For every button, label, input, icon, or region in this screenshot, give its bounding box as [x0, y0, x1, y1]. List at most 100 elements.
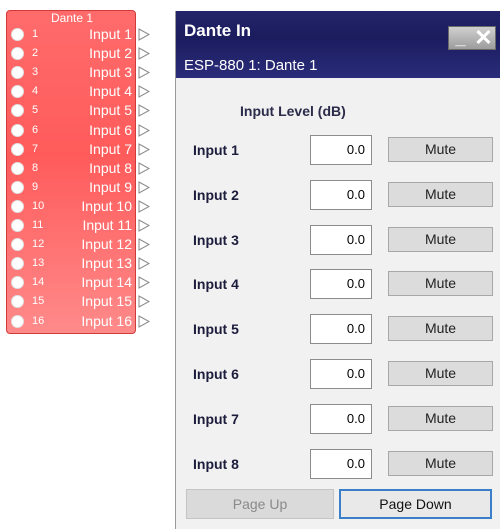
input-level-field[interactable]: 0.0	[310, 404, 372, 434]
input-node-icon[interactable]	[11, 314, 24, 328]
channel-label: Input 10	[81, 197, 132, 214]
input-node-icon[interactable]	[11, 28, 24, 41]
mute-button[interactable]: Mute	[388, 182, 493, 207]
output-arrow-icon[interactable]	[138, 238, 150, 251]
dante-channel-row: 1 Input 1	[7, 25, 152, 44]
input-level-field[interactable]: 0.0	[310, 269, 372, 299]
output-arrow-icon[interactable]	[138, 180, 150, 194]
output-arrow-icon[interactable]	[138, 28, 150, 41]
dante-channel-row: 15 Input 15	[7, 292, 152, 311]
input-node-icon[interactable]	[11, 199, 24, 213]
input-node-icon[interactable]	[11, 238, 24, 252]
output-arrow-icon[interactable]	[138, 200, 150, 213]
input-node-icon[interactable]	[11, 219, 24, 232]
channel-label: Input 1	[89, 26, 132, 42]
input-node-icon[interactable]	[11, 295, 24, 309]
dante-channel-row: 12 Input 12	[7, 235, 152, 254]
input-node-icon[interactable]	[11, 47, 24, 61]
channel-label: Input 15	[81, 293, 132, 310]
input-node-icon[interactable]	[11, 104, 24, 118]
input-name-label: Input 2	[193, 187, 239, 203]
channel-number: 2	[32, 47, 39, 60]
input-node-icon[interactable]	[11, 161, 24, 175]
input-name-label: Input 1	[193, 142, 239, 158]
dante-channel-row: 3 Input 3	[7, 63, 152, 82]
window-titlebar[interactable]: Dante In ESP-880 1: Dante 1 _ ✕	[176, 11, 500, 78]
output-arrow-icon[interactable]	[138, 219, 150, 232]
output-arrow-icon[interactable]	[138, 314, 150, 328]
input-level-field[interactable]: 0.0	[310, 314, 372, 344]
input-level-field[interactable]: 0.0	[310, 359, 372, 389]
input-level-field[interactable]: 0.0	[310, 225, 372, 255]
channel-label: Input 8	[89, 159, 132, 176]
output-arrow-icon[interactable]	[138, 257, 150, 271]
channel-number: 10	[32, 199, 45, 212]
mute-button[interactable]: Mute	[388, 271, 493, 296]
dante-channel-row: 8 Input 8	[7, 159, 152, 178]
input-row: Input 3 0.0 Mute	[176, 225, 500, 255]
channel-label: Input 11	[82, 217, 132, 233]
dante-channel-row: 7 Input 7	[7, 140, 152, 159]
input-row: Input 7 0.0 Mute	[176, 404, 500, 434]
mute-button[interactable]: Mute	[388, 406, 493, 431]
dante-in-window: Dante In ESP-880 1: Dante 1 _ ✕ Input Le…	[175, 11, 500, 529]
dante-channel-row: 13 Input 13	[7, 254, 152, 273]
dante-channel-row: 2 Input 2	[7, 44, 152, 63]
output-arrow-icon[interactable]	[138, 47, 150, 60]
input-name-label: Input 4	[193, 276, 239, 292]
output-arrow-icon[interactable]	[138, 123, 150, 137]
input-row: Input 8 0.0 Mute	[176, 449, 500, 479]
mute-button[interactable]: Mute	[388, 227, 493, 252]
input-name-label: Input 6	[193, 366, 239, 382]
channel-number: 4	[32, 85, 39, 98]
channel-label: Input 6	[89, 121, 132, 138]
window-controls: _ ✕	[448, 26, 496, 50]
input-node-icon[interactable]	[11, 85, 24, 99]
mute-button[interactable]: Mute	[388, 316, 493, 341]
channel-label: Input 7	[89, 140, 132, 157]
input-level-field[interactable]: 0.0	[310, 180, 372, 210]
page-down-button[interactable]: Page Down	[339, 489, 492, 519]
channel-label: Input 12	[81, 236, 132, 253]
dante-block[interactable]: Dante 1 1 Input 1 2 Input 2 3 Input 3 4 Input 4…	[6, 10, 150, 334]
output-arrow-icon[interactable]	[138, 104, 150, 118]
input-level-field[interactable]: 0.0	[310, 135, 372, 165]
channel-number: 5	[32, 104, 39, 117]
window-title: Dante In	[184, 21, 252, 40]
dante-channel-row: 16 Input 16	[7, 312, 152, 331]
input-name-label: Input 7	[193, 411, 239, 427]
channel-number: 11	[32, 219, 44, 231]
input-node-icon[interactable]	[11, 66, 24, 80]
output-arrow-icon[interactable]	[138, 295, 150, 309]
input-node-icon[interactable]	[11, 123, 24, 137]
channel-label: Input 16	[81, 312, 132, 329]
channel-number: 1	[32, 28, 39, 40]
close-icon[interactable]: ✕	[472, 27, 495, 49]
minimize-icon[interactable]: _	[449, 27, 472, 49]
input-node-icon[interactable]	[11, 276, 24, 290]
dante-channel-row: 5 Input 5	[7, 101, 152, 120]
input-node-icon[interactable]	[11, 142, 24, 156]
input-name-label: Input 5	[193, 321, 239, 337]
output-arrow-icon[interactable]	[138, 66, 150, 80]
input-node-icon[interactable]	[11, 180, 24, 194]
page-up-button[interactable]: Page Up	[186, 489, 334, 519]
input-level-header: Input Level (dB)	[240, 103, 346, 119]
channel-number: 8	[32, 161, 39, 174]
mute-button[interactable]: Mute	[388, 361, 493, 386]
output-arrow-icon[interactable]	[138, 161, 150, 175]
channel-label: Input 2	[89, 45, 132, 62]
input-name-label: Input 8	[193, 456, 239, 472]
input-level-field[interactable]: 0.0	[310, 449, 372, 479]
channel-label: Input 9	[89, 178, 132, 195]
dante-channel-row: 9 Input 9	[7, 178, 152, 197]
mute-button[interactable]: Mute	[388, 451, 493, 476]
channel-number: 9	[32, 180, 39, 193]
window-subtitle: ESP-880 1: Dante 1	[184, 57, 318, 74]
mute-button[interactable]: Mute	[388, 137, 493, 162]
output-arrow-icon[interactable]	[138, 276, 150, 290]
input-node-icon[interactable]	[11, 257, 24, 271]
output-arrow-icon[interactable]	[138, 85, 150, 99]
output-arrow-icon[interactable]	[138, 142, 150, 156]
channel-number: 14	[32, 276, 45, 289]
